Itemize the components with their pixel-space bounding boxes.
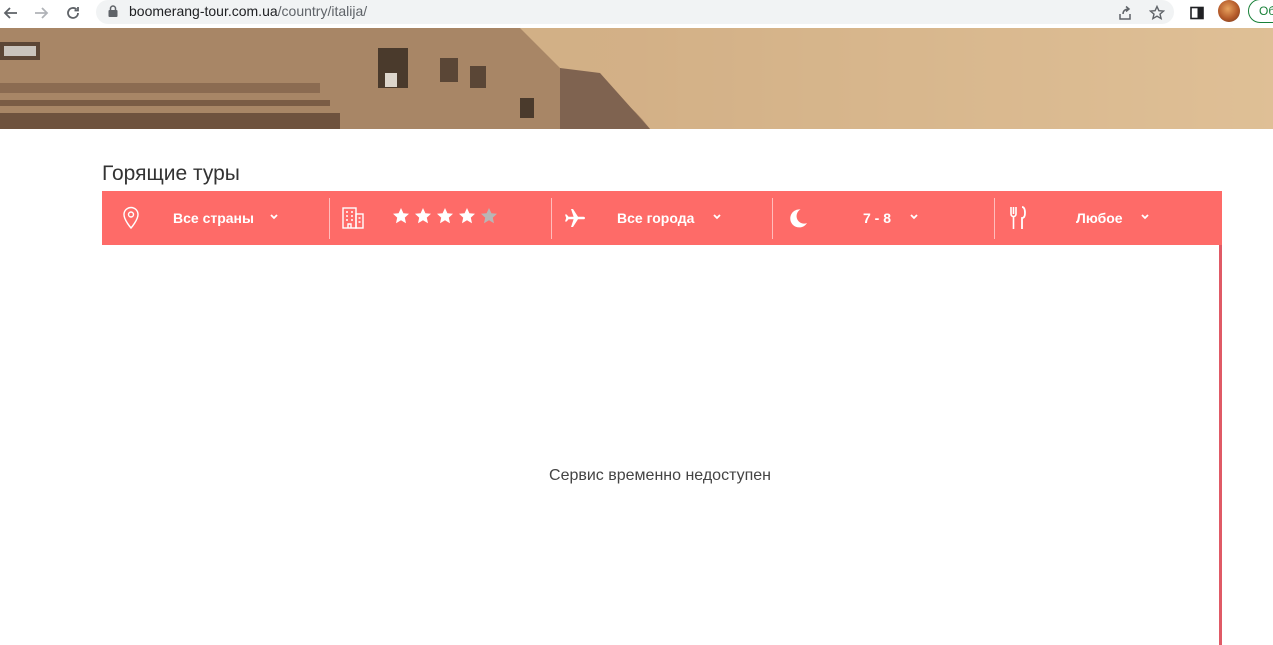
side-panel-icon[interactable] (1186, 2, 1208, 24)
hero-banner-image (0, 28, 1273, 129)
lock-icon (108, 5, 118, 17)
tour-filter-bar: Все страны Все города 7 - 8 Любое (102, 191, 1222, 245)
tour-results-area: Сервис временно недоступен (102, 245, 1222, 645)
update-button[interactable]: Об (1248, 0, 1273, 23)
meal-label: Любое (1076, 210, 1123, 226)
airplane-icon (565, 209, 585, 227)
profile-avatar[interactable] (1218, 0, 1240, 22)
chevron-down-icon (713, 214, 721, 220)
nights-filter[interactable]: 7 - 8 (773, 191, 994, 245)
chevron-down-icon (270, 214, 278, 220)
nights-label: 7 - 8 (863, 210, 892, 226)
chevron-down-icon (910, 214, 918, 220)
moon-icon (790, 209, 807, 228)
country-filter-label: Все страны (173, 210, 254, 226)
bookmark-star-icon[interactable] (1146, 2, 1168, 24)
reload-icon[interactable] (62, 2, 84, 24)
meal-filter[interactable]: Любое (995, 191, 1222, 245)
fork-knife-icon (1010, 206, 1026, 229)
colosseum-illustration (0, 28, 1273, 129)
building-icon (342, 207, 364, 229)
address-bar[interactable]: boomerang-tour.com.ua/country/italija/ (96, 0, 1174, 24)
map-pin-icon (123, 206, 139, 230)
forward-arrow-icon[interactable] (30, 2, 52, 24)
star-filled-icon[interactable] (392, 207, 410, 225)
url-text: boomerang-tour.com.ua/country/italija/ (129, 3, 368, 19)
star-filled-icon[interactable] (414, 207, 432, 225)
star-filled-icon[interactable] (458, 207, 476, 225)
departure-city-label: Все города (617, 210, 695, 226)
star-filled-icon[interactable] (436, 207, 454, 225)
browser-toolbar: boomerang-tour.com.ua/country/italija/ О… (0, 0, 1273, 28)
section-title: Горящие туры (102, 162, 240, 185)
star-empty-icon[interactable] (480, 207, 498, 225)
chevron-down-icon (1141, 214, 1149, 220)
service-unavailable-message: Сервис временно недоступен (549, 467, 771, 484)
back-arrow-icon[interactable] (0, 2, 22, 24)
departure-city-filter[interactable]: Все города (552, 191, 772, 245)
share-icon[interactable] (1114, 2, 1136, 24)
hotel-star-rating[interactable] (392, 207, 498, 229)
country-filter[interactable]: Все страны (102, 191, 329, 245)
